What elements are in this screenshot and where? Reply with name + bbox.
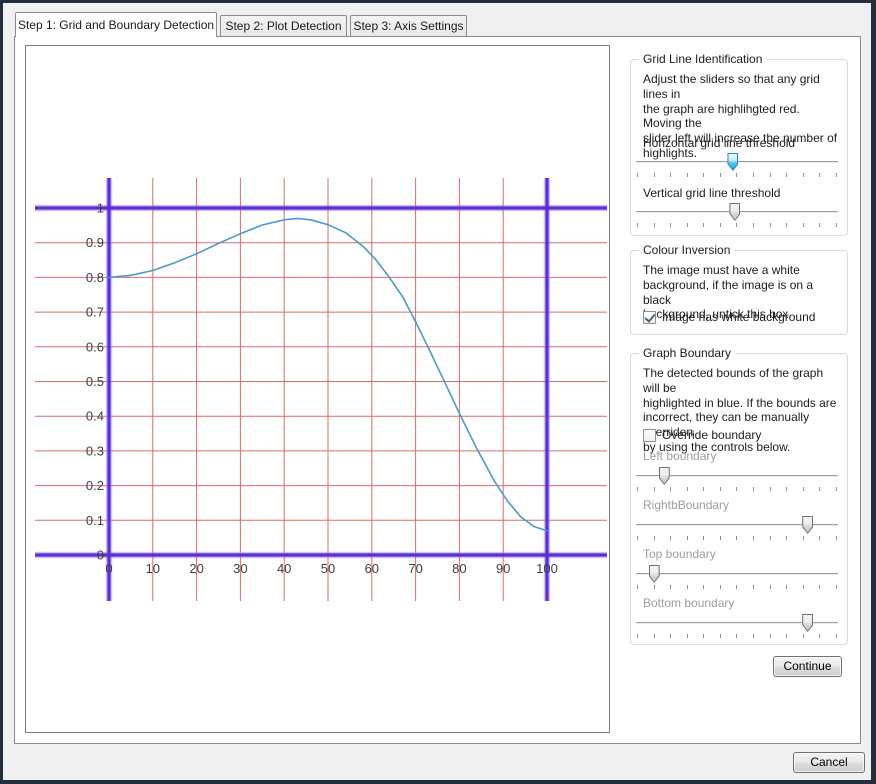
right-boundary-label: RightbBoundary [643,498,729,512]
groupbox-title: Colour Inversion [639,243,734,257]
y-tick-label: 1 [97,201,104,216]
groupbox-grid-line-identification: Grid Line Identification Adjust the slid… [630,59,848,236]
left-boundary-label: Left boundary [643,449,716,463]
white-background-checkbox-row[interactable]: Image has white background [643,309,815,325]
groupbox-title: Graph Boundary [639,346,735,360]
vertical-threshold-label: Vertical grid line threshold [643,186,780,200]
bottom-boundary-label: Bottom boundary [643,596,734,610]
vertical-grid-threshold-slider[interactable] [636,203,838,229]
x-tick-label: 70 [408,561,422,576]
graph-picture-box: 00.10.20.30.40.50.60.70.80.9101020304050… [25,45,610,733]
y-tick-label: 0.8 [86,270,104,285]
override-boundary-checkbox[interactable] [643,429,656,442]
slider-thumb-face [728,154,737,170]
x-tick-label: 80 [452,561,466,576]
x-tick-label: 10 [146,561,160,576]
x-tick-label: 20 [189,561,203,576]
white-background-checkbox[interactable] [643,311,656,324]
tab-step2-plot-detection[interactable]: Step 2: Plot Detection [220,15,347,37]
slider-thumb-face [660,468,669,484]
slider-tick-marks [637,634,837,638]
tab-step1-grid-and-boundary-detection[interactable]: Step 1: Grid and Boundary Detection [15,12,217,37]
slider-tick-marks [637,487,837,491]
y-tick-label: 0.4 [86,409,104,424]
y-tick-label: 0.2 [86,478,104,493]
left-boundary-slider[interactable] [636,467,838,493]
x-tick-label: 0 [105,561,112,576]
white-background-checkbox-label: Image has white background [662,310,815,324]
slider-tick-marks [637,173,837,177]
slider-tick-marks [637,536,837,540]
slider-thumb[interactable] [649,565,660,583]
horizontal-grid-threshold-slider[interactable] [636,153,838,179]
slider-thumb[interactable] [659,467,670,485]
y-tick-label: 0.1 [86,513,104,528]
slider-thumb-face [730,204,739,220]
slider-thumb[interactable] [729,203,740,221]
horizontal-threshold-label: Horizontal grid line threshold [643,136,795,150]
graph-canvas: 00.10.20.30.40.50.60.70.80.9101020304050… [26,46,609,732]
slider-tick-marks [637,223,837,227]
bottom-boundary-slider[interactable] [636,614,838,640]
top-boundary-slider[interactable] [636,565,838,591]
slider-thumb[interactable] [802,516,813,534]
x-tick-label: 60 [365,561,379,576]
slider-track[interactable] [636,573,838,575]
slider-thumb-face [803,615,812,631]
y-tick-label: 0.5 [86,374,104,389]
slider-thumb-face [650,566,659,582]
override-boundary-checkbox-row[interactable]: Override boundary [643,427,761,443]
x-tick-label: 100 [536,561,558,576]
right-boundary-slider[interactable] [636,516,838,542]
app-window: Step 1: Grid and Boundary Detection Step… [0,0,876,784]
groupbox-title: Grid Line Identification [639,52,766,66]
tab-step3-axis-settings[interactable]: Step 3: Axis Settings [350,15,467,37]
y-tick-label: 0.7 [86,305,104,320]
slider-tick-marks [637,585,837,589]
groupbox-graph-boundary: Graph Boundary The detected bounds of th… [630,353,848,645]
x-tick-label: 90 [496,561,510,576]
x-tick-label: 50 [321,561,335,576]
slider-thumb[interactable] [727,153,738,171]
y-tick-label: 0.9 [86,235,104,250]
y-tick-label: 0 [97,548,104,563]
x-tick-label: 40 [277,561,291,576]
continue-button[interactable]: Continue [773,656,842,677]
top-boundary-label: Top boundary [643,547,716,561]
x-tick-label: 30 [233,561,247,576]
cancel-button[interactable]: Cancel [793,752,865,773]
slider-thumb[interactable] [802,614,813,632]
y-tick-label: 0.6 [86,339,104,354]
override-boundary-checkbox-label: Override boundary [662,428,761,442]
slider-thumb-face [803,517,812,533]
y-tick-label: 0.3 [86,443,104,458]
groupbox-colour-inversion: Colour Inversion The image must have a w… [630,250,848,335]
